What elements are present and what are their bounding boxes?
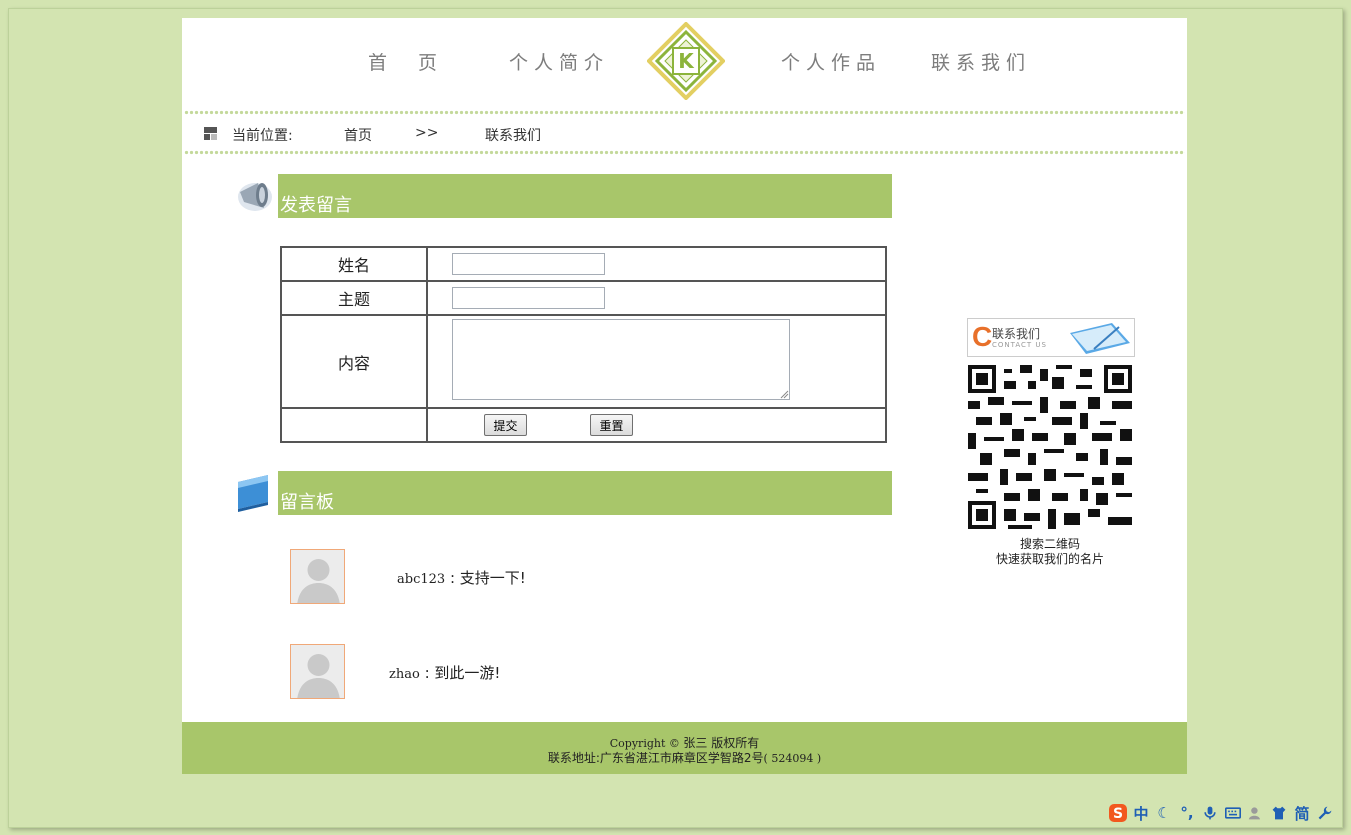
svg-text:S: S	[1113, 806, 1123, 822]
footer-postcode: ( 524094 )	[763, 752, 822, 765]
user-avatar-icon	[291, 645, 344, 698]
logo-icon[interactable]: K	[647, 22, 725, 100]
message-user: abc123	[397, 572, 446, 587]
breadcrumb-current: 联系我们	[485, 128, 541, 144]
notebook-icon	[1070, 323, 1130, 354]
footer-copyright: Copyright ©	[609, 737, 684, 750]
contact-card-title: 联系我们	[992, 327, 1041, 341]
dotted-divider-top	[184, 110, 1185, 115]
nav-profile[interactable]: 个人简介	[509, 48, 609, 75]
svg-text:K: K	[678, 49, 695, 73]
contact-card-subtitle: CONTACT US	[992, 341, 1047, 349]
microphone-icon[interactable]	[1200, 803, 1220, 823]
post-section-header: 发表留言	[278, 174, 892, 218]
breadcrumb-home-link[interactable]: 首页	[344, 125, 372, 145]
breadcrumb-icon	[204, 127, 217, 140]
wrench-icon[interactable]	[1315, 803, 1335, 823]
post-section-title: 发表留言	[280, 195, 352, 216]
message-form: 姓名 主题 内容 提交 重置	[280, 246, 887, 443]
moon-icon[interactable]: ☾	[1154, 803, 1174, 823]
avatar	[290, 549, 345, 604]
avatar	[290, 644, 345, 699]
megaphone-icon	[238, 183, 272, 211]
user-avatar-icon	[291, 550, 344, 603]
sogou-logo-icon[interactable]: S	[1108, 803, 1128, 823]
keyboard-icon[interactable]	[1223, 803, 1243, 823]
breadcrumb: 当前位置: 首页 >> 联系我们	[182, 120, 1187, 148]
qr-caption: 搜索二维码 快速获取我们的名片	[952, 537, 1148, 567]
footer: Copyright © 张三 版权所有 联系地址:广东省湛江市麻章区学智路2号(…	[182, 722, 1187, 774]
user-settings-icon[interactable]	[1246, 803, 1266, 823]
content-label: 内容	[280, 314, 428, 409]
footer-address: 联系地址:广东省湛江市麻章区学智路2号	[547, 751, 764, 765]
list-item: abc123 : 支持一下!	[397, 567, 526, 588]
message-text: 支持一下!	[459, 569, 526, 587]
name-input[interactable]	[452, 253, 605, 275]
header-nav: 首 页 个人简介 K 个人作品 联系我们	[182, 18, 1187, 108]
nav-contact[interactable]: 联系我们	[931, 48, 1031, 75]
qr-caption-line2: 快速获取我们的名片	[995, 552, 1104, 566]
submit-button[interactable]: 提交	[484, 414, 527, 436]
message-user: zhao	[389, 667, 420, 682]
page-container: 首 页 个人简介 K 个人作品 联系我们 当前位置: 首页 >> 联系我们 发表…	[182, 18, 1187, 774]
ime-mode-toggle[interactable]: 简	[1292, 803, 1312, 823]
skin-shirt-icon[interactable]	[1269, 803, 1289, 823]
footer-owner: 张三 版权所有	[683, 736, 760, 750]
nav-home[interactable]: 首 页	[368, 48, 443, 75]
breadcrumb-label: 当前位置:	[232, 128, 293, 144]
message-text: 到此一游!	[434, 664, 501, 682]
message-separator: :	[419, 664, 435, 682]
qr-code-icon	[968, 365, 1132, 529]
nav-works[interactable]: 个人作品	[781, 48, 881, 75]
name-label: 姓名	[280, 246, 428, 282]
list-item: zhao : 到此一游!	[389, 662, 500, 683]
contact-card[interactable]: C 联系我们 CONTACT US	[967, 318, 1135, 357]
breadcrumb-separator: >>	[415, 125, 439, 141]
punctuation-icon[interactable]: °,	[1177, 803, 1197, 823]
message-separator: :	[445, 569, 460, 587]
content-textarea[interactable]	[452, 319, 790, 400]
board-section-header: 留言板	[278, 471, 892, 515]
ime-lang-toggle[interactable]: 中	[1131, 803, 1151, 823]
board-section-title: 留言板	[280, 492, 334, 513]
message-board-icon	[238, 475, 268, 512]
qr-caption-line1: 搜索二维码	[1019, 537, 1080, 551]
ime-toolbar: S 中 ☾ °, 简	[1108, 800, 1335, 826]
dotted-divider-bottom	[184, 150, 1185, 155]
resize-handle-icon[interactable]	[780, 390, 789, 399]
subject-label: 主题	[280, 280, 428, 316]
reset-button[interactable]: 重置	[590, 414, 633, 436]
subject-input[interactable]	[452, 287, 605, 309]
